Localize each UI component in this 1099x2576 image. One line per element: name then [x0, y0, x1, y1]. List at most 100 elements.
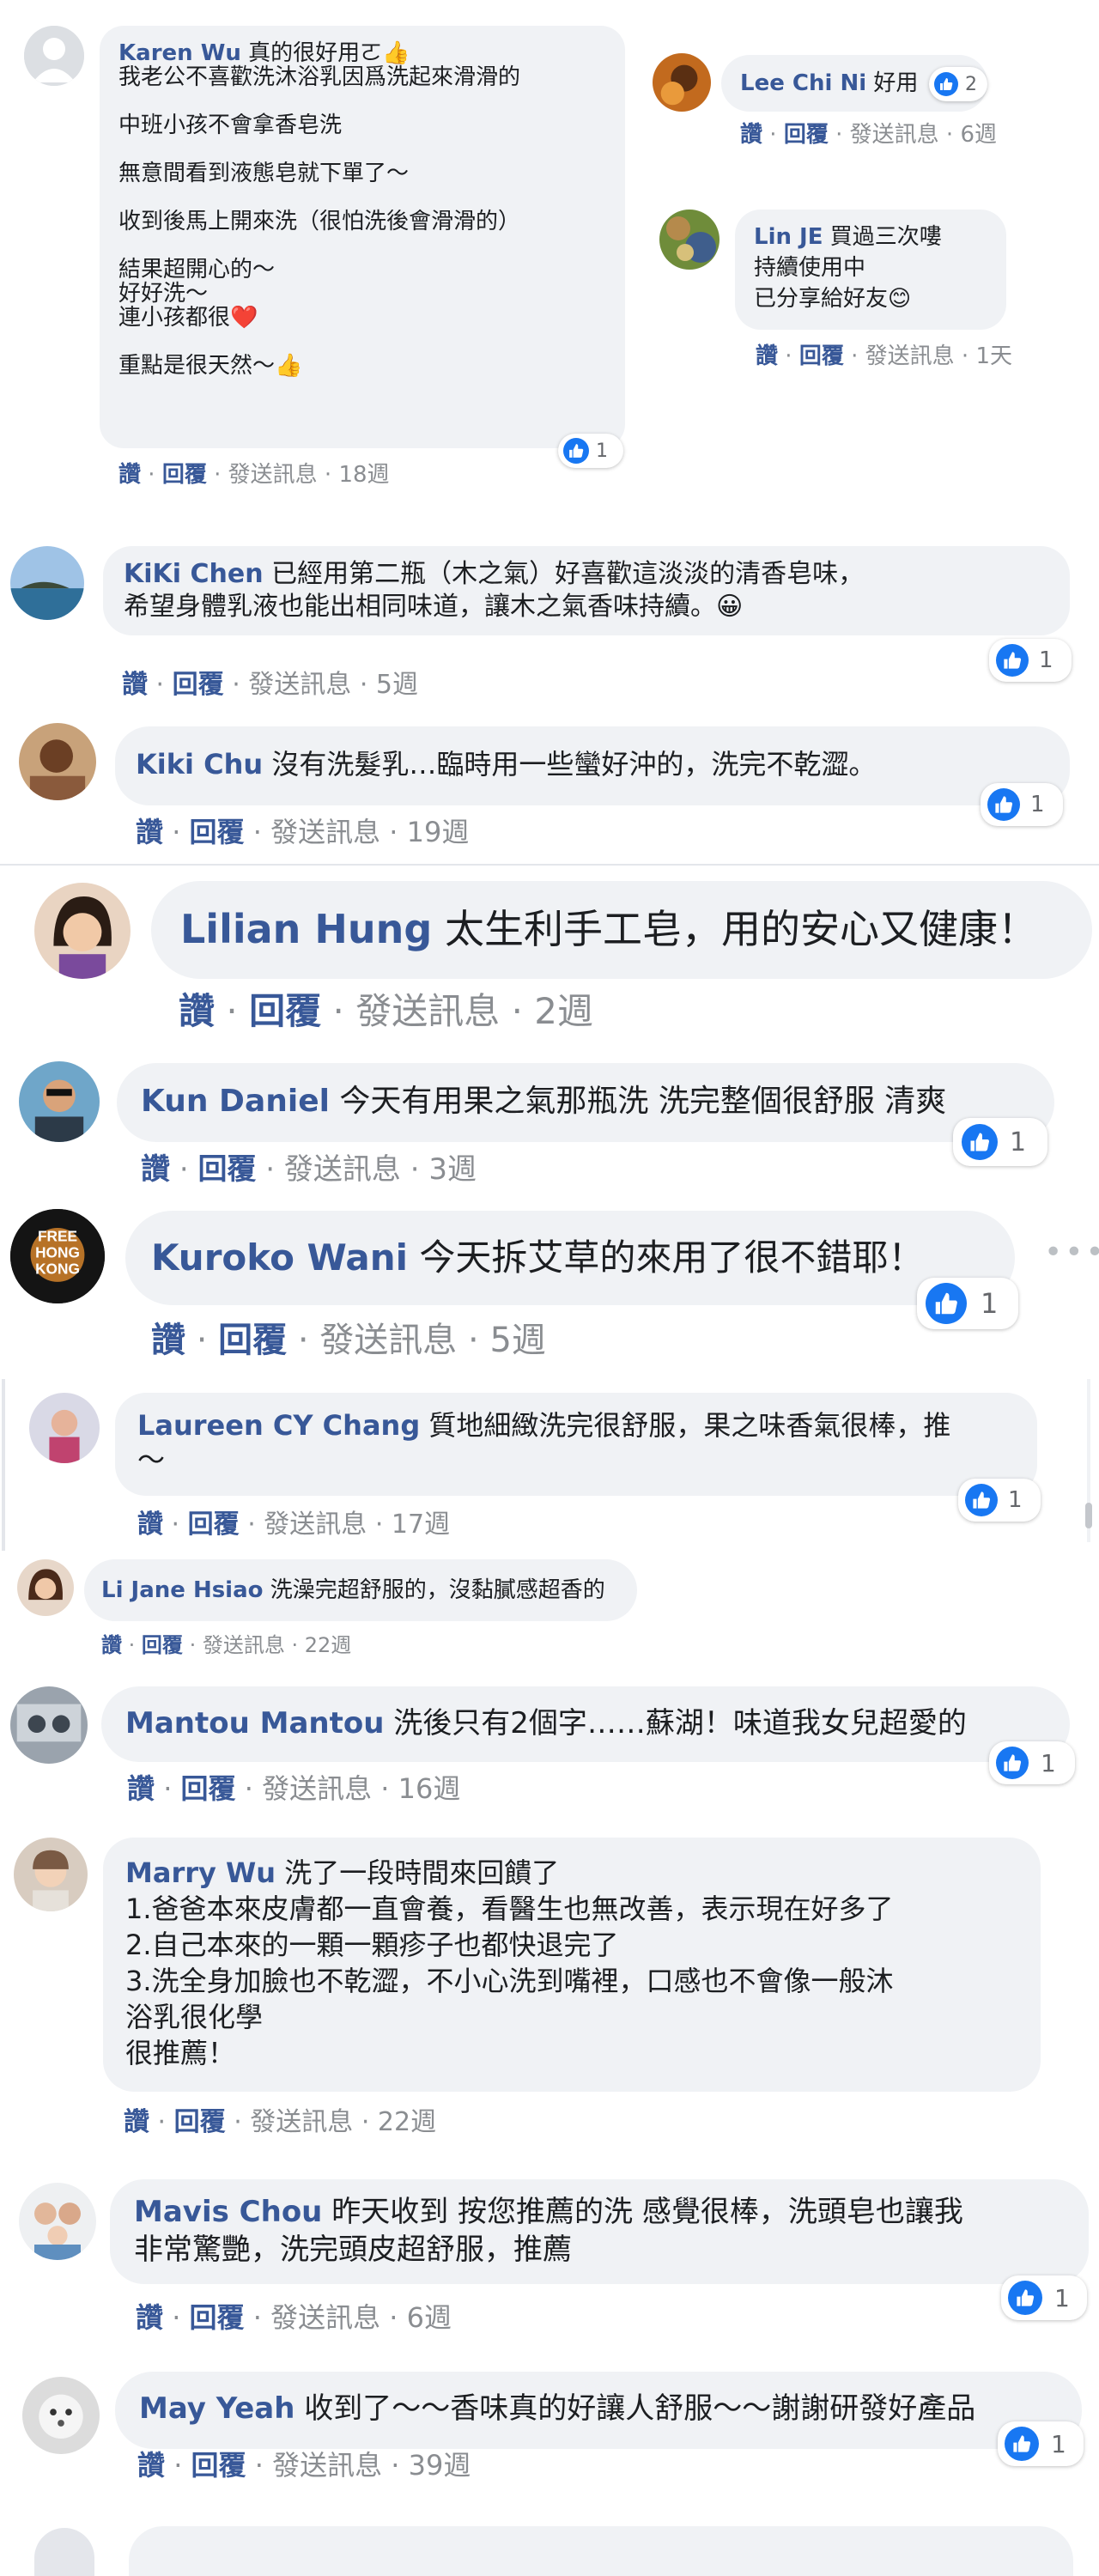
- avatar[interactable]: [19, 723, 96, 800]
- send-message-button[interactable]: 發送訊息: [262, 1772, 372, 1805]
- like-button[interactable]: 讚: [141, 1152, 170, 1187]
- reply-button[interactable]: 回覆: [249, 990, 321, 1032]
- send-message-button[interactable]: 發送訊息: [355, 990, 500, 1032]
- reply-button[interactable]: 回覆: [188, 1510, 240, 1540]
- timestamp[interactable]: 6週: [407, 2301, 452, 2334]
- send-message-button[interactable]: 發送訊息: [264, 1510, 367, 1540]
- reply-button[interactable]: 回覆: [162, 462, 207, 488]
- timestamp[interactable]: 2週: [534, 990, 593, 1032]
- scrollbar-thumb[interactable]: [1085, 1503, 1092, 1528]
- send-message-button[interactable]: 發送訊息: [270, 2301, 380, 2334]
- like-count-badge[interactable]: 1: [958, 1479, 1041, 1522]
- send-message-button[interactable]: 發送訊息: [272, 2449, 382, 2482]
- timestamp[interactable]: 5週: [489, 1321, 545, 1360]
- like-button[interactable]: 讚: [101, 1633, 122, 1657]
- comment-actions: 讚 · 回覆 · 發送訊息 · 22週: [101, 1628, 351, 1658]
- reply-button[interactable]: 回覆: [799, 343, 844, 369]
- timestamp[interactable]: 22週: [305, 1633, 352, 1657]
- commenter-name[interactable]: Mavis Chou: [134, 2195, 322, 2229]
- commenter-name[interactable]: Lin JE: [754, 224, 823, 250]
- dot-separator: ·: [173, 2449, 183, 2482]
- like-button[interactable]: 讚: [136, 2301, 163, 2334]
- avatar[interactable]: FREE HONG KONG: [10, 1209, 105, 1303]
- like-count-badge[interactable]: 1: [989, 639, 1072, 682]
- like-button[interactable]: 讚: [124, 2107, 149, 2137]
- reply-button[interactable]: 回覆: [190, 2301, 245, 2334]
- avatar[interactable]: [19, 2183, 96, 2260]
- commenter-name[interactable]: Mantou Mantou: [125, 1706, 384, 1741]
- like-button[interactable]: 讚: [740, 122, 762, 148]
- commenter-name[interactable]: Lilian Hung: [180, 906, 432, 952]
- avatar[interactable]: [653, 53, 711, 112]
- avatar[interactable]: [24, 26, 84, 86]
- avatar[interactable]: [10, 1686, 88, 1764]
- reply-button[interactable]: 回覆: [174, 2107, 226, 2137]
- avatar[interactable]: [14, 1838, 88, 1911]
- send-message-button[interactable]: 發送訊息: [270, 816, 380, 848]
- send-message-button[interactable]: 發送訊息: [203, 1633, 285, 1657]
- send-message-button[interactable]: 發送訊息: [248, 670, 351, 700]
- timestamp[interactable]: 22週: [378, 2107, 436, 2137]
- comment-text: 洗澡完超舒服的，沒黏膩感超香的: [270, 1577, 605, 1603]
- avatar[interactable]: [19, 1061, 100, 1142]
- like-button[interactable]: 讚: [137, 2449, 165, 2482]
- timestamp[interactable]: 6週: [960, 122, 997, 148]
- more-options-icon[interactable]: •••: [1044, 1235, 1099, 1270]
- send-message-button[interactable]: 發送訊息: [250, 2107, 353, 2137]
- like-count-badge[interactable]: 1: [981, 783, 1063, 826]
- like-count-badge[interactable]: 1: [953, 1118, 1047, 1166]
- reply-button[interactable]: 回覆: [142, 1633, 183, 1657]
- commenter-name[interactable]: KiKi Chen: [124, 559, 264, 589]
- like-button[interactable]: 讚: [137, 1510, 163, 1540]
- like-count-badge[interactable]: 1: [1001, 2275, 1087, 2320]
- commenter-name[interactable]: Li Jane Hsiao: [101, 1577, 264, 1603]
- timestamp[interactable]: 17週: [392, 1510, 450, 1540]
- avatar[interactable]: [659, 210, 720, 270]
- avatar[interactable]: [22, 2377, 100, 2454]
- reply-button[interactable]: 回覆: [197, 1152, 256, 1187]
- like-button[interactable]: 讚: [756, 343, 778, 369]
- avatar[interactable]: [29, 1393, 100, 1463]
- commenter-name[interactable]: Kuroko Wani: [151, 1236, 408, 1279]
- commenter-name[interactable]: Karen Wu: [118, 40, 241, 66]
- avatar[interactable]: [10, 546, 84, 620]
- commenter-name[interactable]: Lee Chi Ni: [740, 70, 866, 96]
- timestamp[interactable]: 3週: [428, 1152, 477, 1187]
- like-count-badge[interactable]: 2: [929, 67, 987, 101]
- like-count-badge[interactable]: 1: [989, 1741, 1075, 1784]
- send-message-button[interactable]: 發送訊息: [865, 343, 955, 369]
- like-button[interactable]: 讚: [179, 990, 215, 1032]
- commenter-name[interactable]: Marry Wu: [125, 1856, 276, 1889]
- send-message-button[interactable]: 發送訊息: [319, 1321, 457, 1360]
- commenter-name[interactable]: Laureen CY Chang: [137, 1409, 420, 1442]
- timestamp[interactable]: 16週: [398, 1772, 461, 1805]
- timestamp[interactable]: 39週: [409, 2449, 471, 2482]
- like-button[interactable]: 讚: [136, 816, 163, 848]
- commenter-name[interactable]: May Yeah: [139, 2391, 294, 2426]
- reply-button[interactable]: 回覆: [190, 816, 245, 848]
- reply-button[interactable]: 回覆: [181, 1772, 236, 1805]
- commenter-name[interactable]: Kun Daniel: [141, 1084, 330, 1119]
- comment-text: 今天拆艾草的來用了很不錯耶！: [419, 1236, 925, 1279]
- avatar[interactable]: [17, 1559, 74, 1616]
- timestamp[interactable]: 5週: [376, 670, 418, 700]
- timestamp[interactable]: 1天: [975, 343, 1012, 369]
- avatar[interactable]: [34, 883, 131, 979]
- send-message-button[interactable]: 發送訊息: [850, 122, 939, 148]
- send-message-button[interactable]: 發送訊息: [228, 462, 318, 488]
- like-count-badge[interactable]: 1: [917, 1278, 1018, 1329]
- reply-button[interactable]: 回覆: [784, 122, 829, 148]
- like-count-badge[interactable]: 1: [998, 2421, 1084, 2466]
- reply-button[interactable]: 回覆: [173, 670, 224, 700]
- like-button[interactable]: 讚: [127, 1772, 155, 1805]
- send-message-button[interactable]: 發送訊息: [284, 1152, 401, 1187]
- commenter-name[interactable]: Kiki Chu: [136, 748, 263, 781]
- like-button[interactable]: 讚: [122, 670, 148, 700]
- reply-button[interactable]: 回覆: [218, 1321, 287, 1360]
- reply-button[interactable]: 回覆: [191, 2449, 246, 2482]
- like-button[interactable]: 讚: [118, 462, 141, 488]
- timestamp[interactable]: 19週: [407, 816, 470, 848]
- timestamp[interactable]: 18週: [338, 462, 389, 488]
- like-count-badge[interactable]: 1: [558, 434, 623, 468]
- like-button[interactable]: 讚: [151, 1321, 185, 1360]
